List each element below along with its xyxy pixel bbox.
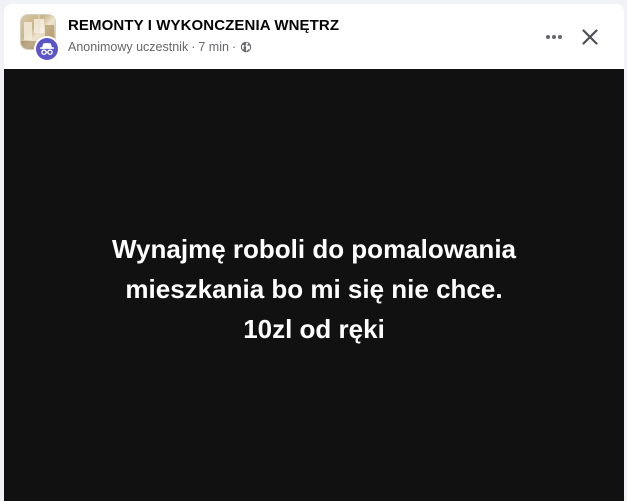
close-icon: [582, 29, 598, 45]
anonymous-member-icon: [36, 38, 58, 60]
post-content-background[interactable]: Wynajmę roboli do pomalowania mieszkania…: [4, 69, 624, 501]
group-name-link[interactable]: REMONTY I WYKONCZENIA WNĘTRZ: [68, 17, 339, 34]
avatar[interactable]: [20, 14, 60, 62]
post-time-link[interactable]: 7 min: [198, 40, 229, 54]
more-options-icon: [546, 35, 562, 39]
post-text-line: Wynajmę roboli do pomalowania: [111, 234, 516, 264]
more-options-button[interactable]: [536, 19, 572, 55]
meta-separator: ·: [191, 40, 196, 54]
post-text: Wynajmę roboli do pomalowania mieszkania…: [24, 229, 604, 349]
post-card: REMONTY I WYKONCZENIA WNĘTRZ Anonimowy u…: [4, 4, 624, 501]
close-button[interactable]: [572, 19, 608, 55]
globe-icon[interactable]: [240, 41, 252, 53]
meta-separator: ·: [231, 40, 237, 54]
post-text-line: 10zl od ręki: [243, 314, 385, 344]
anonymous-member-badge: [34, 36, 60, 62]
post-header: REMONTY I WYKONCZENIA WNĘTRZ Anonimowy u…: [4, 4, 624, 69]
post-text-line: mieszkania bo mi się nie chce.: [125, 274, 503, 304]
author-name: Anonimowy uczestnik: [68, 40, 189, 54]
post-meta: Anonimowy uczestnik · 7 min ·: [68, 39, 252, 55]
